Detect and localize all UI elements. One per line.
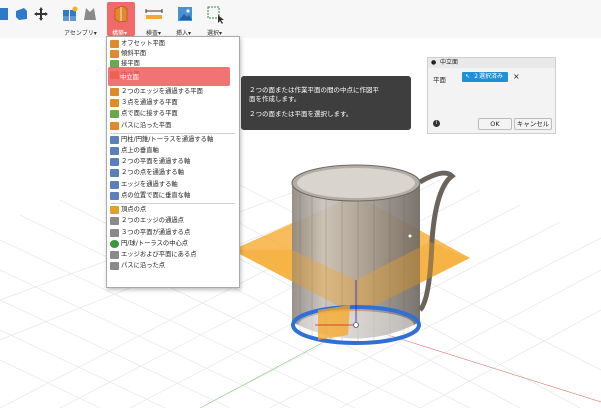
point-vertex-icon [110, 206, 119, 214]
ok-button[interactable]: OK [478, 118, 512, 130]
menu-item-axis-perpendicular[interactable]: 点上の垂直軸 [107, 146, 239, 156]
tooltip-text-line3: ２つの面または平面を選択します。 [249, 110, 353, 118]
offset-plane-icon [110, 40, 119, 48]
menu-separator [111, 133, 235, 134]
menu-item-axis-normal-face[interactable]: 点の位置で面に垂直な軸 [107, 191, 239, 201]
menu-item-plane-three-points[interactable]: ３点を通過する平面 [107, 98, 239, 108]
menu-item-axis-two-planes[interactable]: ２つの平面を通過する軸 [107, 157, 239, 167]
point-edge-plane-icon [110, 251, 119, 259]
menu-item-point-three-planes[interactable]: ３つの平面が通過する点 [107, 228, 239, 238]
axis-perpendicular-icon [110, 147, 119, 155]
dialog-header[interactable]: ● 中立面 [428, 58, 555, 68]
tooltip-text-line1: ２つの面または作業平面の間の中点に作図平 [249, 86, 379, 94]
menu-item-midplane-hover-label: 中立面 [120, 74, 139, 81]
selection-count: ２選択済み [473, 73, 504, 80]
toolbar: アセンブリ▾ 構築▾ 検査▾ 挿入▾ 選択▾ [0, 0, 601, 38]
box-icon[interactable] [0, 6, 10, 22]
joint-icon[interactable] [82, 6, 98, 22]
measure-icon[interactable] [145, 8, 163, 20]
plane-tangent-point-icon [110, 110, 119, 118]
menu-item-point-center[interactable]: 円/球/トーラスの中心点 [107, 239, 239, 249]
cancel-button[interactable]: キャンセル [514, 118, 552, 130]
collapse-icon[interactable]: ● [431, 58, 436, 68]
dialog-title: 中立面 [440, 59, 459, 66]
select-icon[interactable] [207, 6, 225, 24]
menu-item-point-edge-plane[interactable]: エッジおよび平面にある点 [107, 250, 239, 260]
axis-cylinder-icon [110, 136, 119, 144]
plane-along-path-icon [110, 122, 119, 130]
menu-item-plane-two-edges[interactable]: ２つのエッジを通過する平面 [107, 87, 239, 97]
tooltip-text-line2: 面を作成します。 [249, 95, 301, 103]
menu-item-angle-plane[interactable]: 傾斜平面 [107, 49, 239, 59]
menu-item-plane-along-path[interactable]: パスに沿った平面 [107, 121, 239, 131]
construct-plane-icon [114, 5, 128, 23]
menu-item-offset-plane[interactable]: オフセット平面 [107, 39, 239, 49]
point-along-path-icon [110, 262, 119, 270]
menu-item-axis-cylinder[interactable]: 円柱/円錐/トーラスを通過する軸 [107, 135, 239, 145]
menu-separator [111, 203, 235, 204]
move-icon[interactable] [34, 7, 48, 21]
plane-selection-button[interactable]: ↖ ２選択済み [462, 72, 508, 82]
info-icon[interactable]: i [433, 120, 440, 127]
plane-label: 平面 [433, 76, 446, 84]
menu-item-point-two-edges[interactable]: ２つのエッジの通過点 [107, 216, 239, 226]
point-three-planes-icon [110, 229, 119, 237]
clear-selection-icon[interactable]: × [513, 73, 520, 81]
angle-plane-icon [110, 50, 119, 58]
midplane-tooltip: ２つの面または作業平面の間の中点に作図平 面を作成します。 ２つの面または平面を… [241, 76, 411, 130]
menu-item-plane-tangent-point[interactable]: 点で面に接する平面 [107, 109, 239, 119]
cursor-icon: ↖ [465, 73, 471, 80]
new-component-icon[interactable] [62, 6, 78, 22]
assembly-menu[interactable]: アセンブリ▾ [64, 28, 97, 37]
axis-edge-icon [110, 181, 119, 189]
plane-two-edges-icon [110, 88, 119, 96]
menu-item-axis-two-points[interactable]: ２つの点を通過する軸 [107, 168, 239, 178]
midplane-dialog: ● 中立面 平面 ↖ ２選択済み × i OK キャンセル [427, 57, 556, 134]
insert-image-icon[interactable] [177, 6, 193, 22]
axis-normal-face-icon [110, 192, 119, 200]
axis-two-planes-icon [110, 158, 119, 166]
menu-item-point-along-path[interactable]: パスに沿った点 [107, 261, 239, 271]
menu-item-point-vertex[interactable]: 頂点の点 [107, 205, 239, 215]
menu-item-axis-edge[interactable]: エッジを通過する軸 [107, 180, 239, 190]
point-two-edges-icon [110, 217, 119, 225]
extrude-icon[interactable] [14, 7, 28, 21]
axis-two-points-icon [110, 169, 119, 177]
point-center-icon [110, 240, 119, 248]
plane-three-points-icon [110, 99, 119, 107]
